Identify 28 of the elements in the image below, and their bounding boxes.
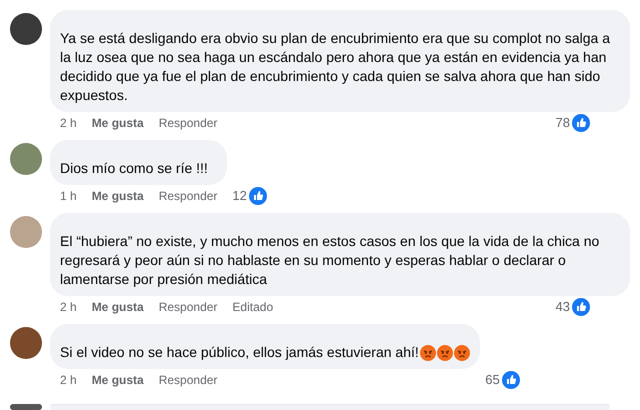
like-link[interactable]: Me gusta [92,187,144,205]
reply-link[interactable]: Responder [158,187,218,205]
like-count[interactable]: 43 [556,298,570,316]
like-link[interactable]: Me gusta [92,114,144,132]
reply-link[interactable]: Responder [158,298,218,316]
angry-face-icon [436,344,453,360]
reply-link[interactable]: Responder [158,371,218,389]
timestamp[interactable]: 2 h [60,114,77,132]
like-icon [248,187,267,205]
like-count[interactable]: 12 [232,187,247,205]
like-link[interactable]: Me gusta [92,298,144,316]
comment-text: Si el video no se hace público, ellos jamás estuvieran ahí! [60,343,419,362]
reply-link[interactable]: Responder [158,114,218,132]
like-icon [572,298,590,316]
edited-label: Editado [232,299,274,316]
angry-face-icon [454,344,470,360]
like-count[interactable]: 65 [485,371,500,389]
angry-face-icon [420,344,436,360]
comment-text: Ya se está desligando era obvio su plan de encubrimiento era que su complot no salga a la luz osea que no sea haga un escándalo pero ahora que ya están en evidencia ya han decidido que ya fue el plan de encubrimiento y cada quien se salva ahora que han sido expuestos. [60,29,611,105]
timestamp[interactable]: 2 h [60,298,77,316]
timestamp[interactable]: 2 h [60,371,77,389]
like-count[interactable]: 78 [556,114,570,132]
like-link[interactable]: Me gusta [92,371,144,389]
comment-text: Dios mío como se ríe !!! [60,159,209,178]
like-icon [502,371,520,389]
like-icon [572,114,590,132]
timestamp[interactable]: 1 h [60,187,77,205]
comment-text: El “hubiera” no existe, y mucho menos en estos casos en los que la vida de la chica no regresará y peor aún si no hablaste en su momento y esperas hablar o declarar o lamentarse por presión mediática [60,232,600,289]
